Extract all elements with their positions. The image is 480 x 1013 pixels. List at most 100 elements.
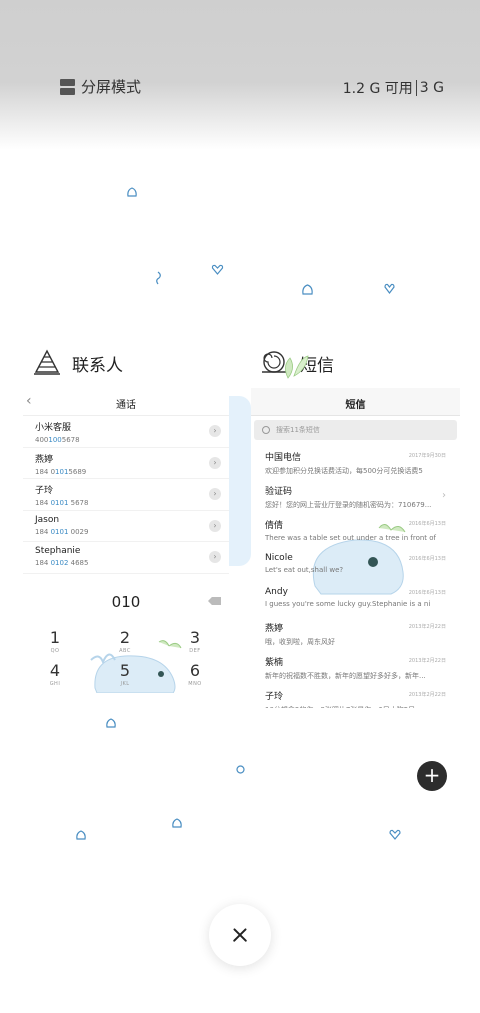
calls-title: 通话 <box>116 400 136 411</box>
contact-row[interactable]: 子玲 184 0101 5678 › <box>23 479 229 511</box>
contact-number: 184 0101 0029 <box>35 528 229 536</box>
message-row[interactable]: 燕婷 哦，收到啦，周东风好 2013年2月22日 <box>251 615 460 649</box>
contact-row[interactable]: 小米客服 4001005678 › <box>23 416 229 448</box>
key-digit: 1 <box>49 628 61 647</box>
key-3[interactable]: 3 DEF <box>165 628 225 655</box>
contact-number: 184 01015689 <box>35 468 229 476</box>
key-digit: 2 <box>119 628 131 647</box>
chevron-right-icon[interactable]: › <box>209 456 221 469</box>
message-preview: There was a table set out under a tree i… <box>265 534 437 543</box>
split-screen-icon <box>60 78 75 95</box>
wallpaper-doodle-icon <box>127 187 137 197</box>
number-part: 184 <box>35 527 51 536</box>
key-letters: ABC <box>119 648 131 654</box>
key-4[interactable]: 4 GHI <box>25 661 85 688</box>
message-preview: 10分想念9的你，8张照片7张是你，6只小狗5只... <box>265 705 450 708</box>
search-icon <box>262 426 270 434</box>
message-date: 2017年9月30日 <box>408 453 446 459</box>
key-digit: 3 <box>189 628 201 647</box>
new-message-button[interactable]: + <box>417 761 447 791</box>
wallpaper-doodle-icon <box>236 765 245 774</box>
message-date: 2016年6月13日 <box>408 589 446 596</box>
number-match: 101 <box>55 467 69 476</box>
key-digit: 4 <box>49 661 61 680</box>
message-preview: 欢迎参加积分兑换话费活动，每500分可兑换话费5 <box>265 467 423 475</box>
key-2[interactable]: 2 ABC <box>95 628 155 655</box>
key-letters: MNO <box>188 681 202 687</box>
message-preview: Let's eat out,shall we? <box>265 565 344 574</box>
message-row[interactable]: 紫楠 新年的祝福数不胜数，新年的愿望好多好多，新年... 2013年2月22日 <box>251 649 460 683</box>
message-date: 2016年6月13日 <box>408 555 446 562</box>
messages-title: 短信 <box>345 400 366 411</box>
number-part: 184 <box>35 559 51 568</box>
contact-row[interactable]: Jason 184 0101 0029 › <box>23 511 229 543</box>
shell-icon <box>34 349 60 375</box>
message-date: 2013年2月22日 <box>408 623 446 630</box>
number-part: 184 0 <box>35 467 56 476</box>
search-placeholder: 搜索11条短信 <box>276 426 320 434</box>
split-mode-label: 分屏模式 <box>81 78 142 96</box>
leaf-decoration-icon <box>285 355 309 379</box>
calls-header: ‹ 通话 <box>23 388 229 416</box>
message-search-input[interactable]: 搜索11条短信 <box>254 420 457 440</box>
contact-number: 184 0101 5678 <box>35 499 229 507</box>
contacts-app-header[interactable]: 联系人 <box>32 345 123 381</box>
number-match: 0102 <box>50 559 69 568</box>
number-match: 0101 <box>50 499 69 508</box>
contact-name: 燕婷 <box>35 454 54 465</box>
wallpaper-doodle-icon <box>384 283 395 294</box>
contacts-app-card[interactable]: ‹ 通话 小米客服 4001005678 › 燕婷 184 01015689 › 子玲 184… <box>23 388 229 693</box>
wallpaper-doodle-icon <box>156 271 161 285</box>
message-row[interactable]: 验证码您好！您的网上营业厅登录的随机密码为：710679... › <box>251 478 460 512</box>
key-letters: DEF <box>189 648 201 654</box>
message-date: 2013年2月22日 <box>408 658 446 665</box>
contact-name: Jason <box>35 514 60 525</box>
message-row[interactable]: Nicole Let's eat out,shall we? 2016年6月13日 <box>251 547 460 581</box>
key-digit: 6 <box>189 661 201 680</box>
message-preview: 新年的祝福数不胜数，新年的愿望好多好多，新年... <box>265 672 426 681</box>
number-part: 5689 <box>68 467 87 476</box>
memory-available: 1.2 G 可用 <box>342 81 413 97</box>
message-preview: I guess you're some lucky guy.Stephanie … <box>265 599 431 608</box>
message-preview: 您好！您的网上营业厅登录的随机密码为：710679... <box>265 501 432 510</box>
memory-status: 1.2 G 可用 3 G <box>343 78 444 98</box>
key-5[interactable]: 5 JKL <box>95 661 155 688</box>
message-row[interactable]: 子玲10分想念9的你，8张照片7张是你，6只小狗5只...2013年2月22日 <box>251 683 460 708</box>
dial-number-display: 010 <box>111 593 141 611</box>
wallpaper-doodle-icon <box>389 829 401 840</box>
wallpaper-doodle-icon <box>172 818 182 828</box>
message-row[interactable]: 倩倩 There was a table set out under a tree… <box>251 512 460 546</box>
message-sender: 验证码 <box>265 487 293 498</box>
contact-number: 184 0102 4685 <box>35 559 229 567</box>
wallpaper-doodle-icon <box>302 284 313 295</box>
number-match: 0101 <box>50 527 69 536</box>
wallpaper-doodle-icon <box>211 264 224 275</box>
key-1[interactable]: 1 QO <box>25 628 85 655</box>
message-row[interactable]: Andy I guess you're some lucky guy.Stepha… <box>251 581 460 615</box>
number-part: 5678 <box>68 499 89 508</box>
message-date: 2013年2月22日 <box>408 692 446 699</box>
message-row[interactable]: 中国电信 欢迎参加积分兑换话费活动，每500分可兑换话费5 2017年9月30日 <box>251 444 460 478</box>
contact-row[interactable]: Stephanie 184 0102 4685 › <box>23 542 229 574</box>
messages-app-card[interactable]: 短信 搜索11条短信 中国电信 欢迎参加积分兑换话费活动，每500分可兑换话费5 2… <box>251 388 460 708</box>
contact-name: 小米客服 <box>35 423 72 433</box>
contact-row[interactable]: 燕婷 184 01015689 › <box>23 448 229 480</box>
number-part: 400 <box>35 436 49 444</box>
recents-topbar: 分屏模式 1.2 G 可用 3 G <box>0 72 480 102</box>
key-digit: 5 <box>119 661 131 680</box>
number-part: 5678 <box>61 436 80 444</box>
key-6[interactable]: 6 MNO <box>165 661 225 688</box>
message-date: 2016年6月13日 <box>408 521 446 528</box>
message-preview: 哦，收到啦，周东风好 <box>265 637 335 646</box>
chevron-right-icon: › <box>442 490 446 502</box>
chevron-right-icon[interactable]: › <box>209 425 221 437</box>
messages-header: 短信 <box>251 388 460 416</box>
memory-divider <box>415 80 417 96</box>
chevron-right-icon[interactable]: › <box>209 519 221 532</box>
key-letters: QO <box>50 648 60 654</box>
contact-name: Stephanie <box>35 546 81 557</box>
wallpaper-doodle-icon <box>106 718 116 728</box>
close-all-button[interactable] <box>209 904 271 966</box>
number-match: 100 <box>48 436 62 444</box>
split-mode-button[interactable]: 分屏模式 <box>60 76 141 97</box>
